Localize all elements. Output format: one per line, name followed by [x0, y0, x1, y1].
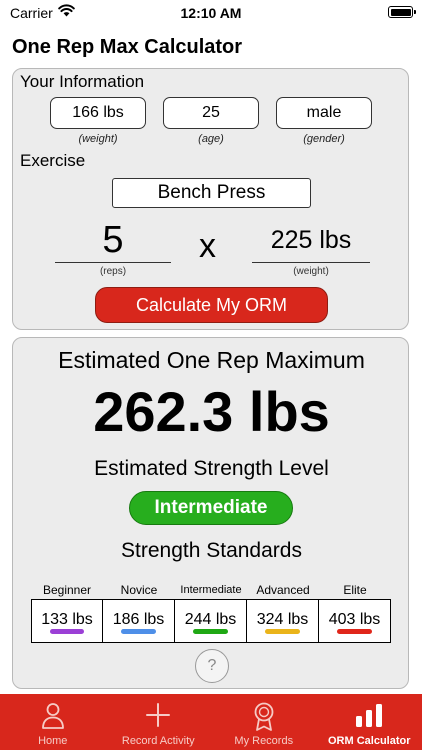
person-icon	[41, 703, 64, 729]
reps-caption: (reps)	[99, 266, 127, 277]
orm-heading: Estimated One Rep Maximum	[58, 347, 365, 373]
gender-caption: (gender)	[303, 133, 345, 145]
age-field[interactable]: 25	[163, 97, 259, 129]
age-caption: (age)	[198, 133, 224, 145]
standard-intermediate: Intermediate 244 lbs	[175, 582, 247, 643]
standard-cell: 133 lbs	[31, 599, 103, 643]
tab-label: My Records	[234, 735, 294, 747]
tab-orm-calculator[interactable]: ORM Calculator	[317, 694, 422, 750]
standard-elite: Elite 403 lbs	[319, 582, 391, 643]
standard-color-bar	[193, 629, 228, 634]
standard-value: 324 lbs	[256, 611, 309, 628]
standard-color-bar	[265, 629, 300, 634]
your-information-card: Your Information 166 lbs (weight) 25 (ag…	[12, 68, 409, 330]
tab-record-activity[interactable]: Record Activity	[106, 694, 212, 750]
standard-beginner: Beginner 133 lbs	[31, 582, 103, 643]
strength-level-badge: Intermediate	[129, 491, 293, 525]
help-button[interactable]: ?	[195, 649, 229, 683]
battery-icon	[388, 6, 416, 18]
standard-value: 244 lbs	[184, 611, 237, 628]
standard-cell: 403 lbs	[319, 599, 391, 643]
strength-level-heading: Estimated Strength Level	[94, 457, 329, 480]
tab-bar: Home Record Activity My Records ORM Calc…	[0, 694, 422, 750]
multiply-sign: x	[199, 227, 216, 265]
orm-value: 262.3 lbs	[93, 380, 330, 443]
calculate-orm-button[interactable]: Calculate My ORM	[95, 287, 328, 323]
standard-novice: Novice 186 lbs	[103, 582, 175, 643]
standard-color-bar	[337, 629, 372, 634]
standard-value: 403 lbs	[328, 611, 381, 628]
bar-chart-icon	[356, 704, 383, 727]
reps-input[interactable]: 5	[55, 219, 171, 263]
tab-label: ORM Calculator	[327, 735, 411, 747]
bodyweight-field[interactable]: 166 lbs	[50, 97, 146, 129]
standard-label: Novice	[120, 583, 158, 597]
your-information-heading: Your Information	[20, 72, 145, 91]
standard-label: Intermediate	[180, 584, 242, 596]
lift-weight-input[interactable]: 225 lbs	[252, 219, 370, 263]
standard-value: 133 lbs	[41, 611, 93, 628]
plus-icon	[146, 703, 171, 727]
standard-advanced: Advanced 324 lbs	[247, 582, 319, 643]
status-bar: Carrier 12:10 AM	[0, 0, 422, 26]
bodyweight-caption: (weight)	[78, 133, 118, 145]
medal-icon	[254, 702, 274, 731]
question-mark-icon: ?	[207, 657, 217, 674]
page-title: One Rep Max Calculator	[12, 36, 243, 58]
gender-field[interactable]: male	[276, 97, 372, 129]
standard-label: Advanced	[256, 583, 310, 597]
exercise-heading: Exercise	[20, 151, 86, 170]
tab-label: Record Activity	[121, 735, 195, 747]
standard-label: Beginner	[42, 583, 92, 597]
standard-label: Elite	[343, 583, 367, 597]
tab-home[interactable]: Home	[0, 694, 106, 750]
standard-color-bar	[121, 629, 156, 634]
tab-my-records[interactable]: My Records	[211, 694, 317, 750]
exercise-selector[interactable]: Bench Press	[112, 178, 311, 208]
result-card: Estimated One Rep Maximum 262.3 lbs Esti…	[12, 337, 409, 689]
standard-value: 186 lbs	[112, 611, 165, 628]
tab-label: Home	[38, 735, 68, 747]
standard-cell: 186 lbs	[103, 599, 175, 643]
standard-cell: 324 lbs	[247, 599, 319, 643]
strength-standards-heading: Strength Standards	[121, 539, 302, 562]
clock: 12:10 AM	[180, 5, 242, 21]
lift-weight-caption: (weight)	[293, 266, 329, 277]
standard-color-bar	[50, 629, 84, 634]
standard-cell: 244 lbs	[175, 599, 247, 643]
